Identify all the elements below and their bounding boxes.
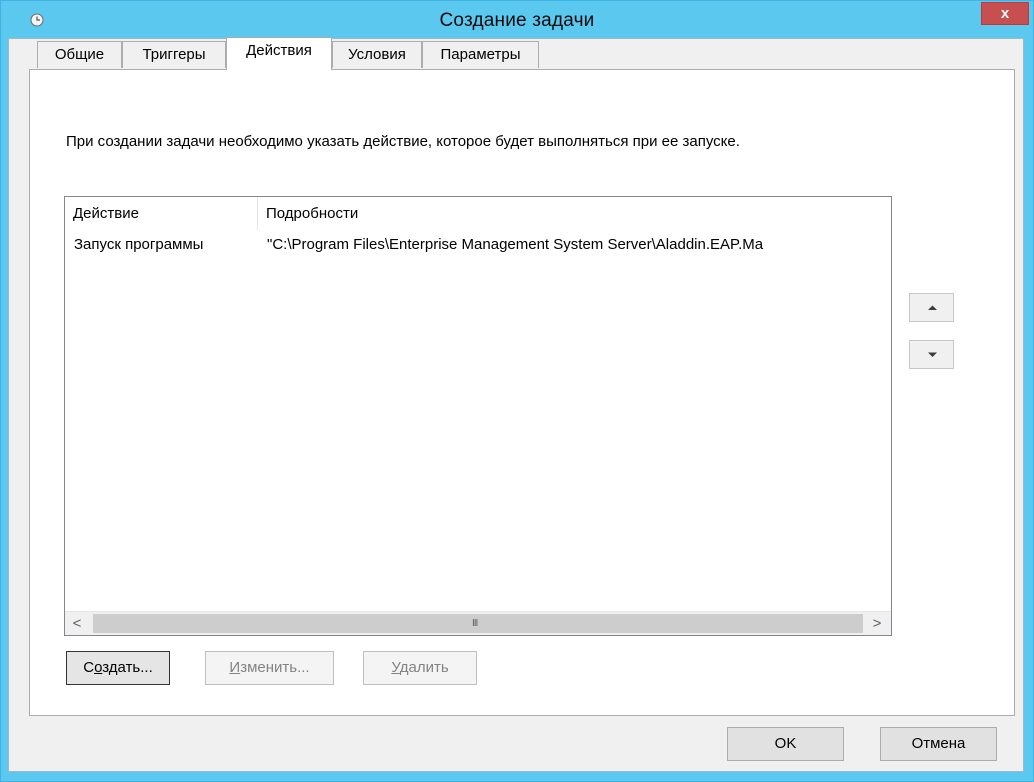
cancel-button[interactable]: Отмена [880, 727, 997, 761]
column-header-action[interactable]: Действие [65, 197, 257, 230]
actions-list[interactable]: Действие Подробности Запуск программы "C… [64, 196, 892, 636]
scrollbar-thumb[interactable]: III [93, 614, 863, 633]
title-bar[interactable]: Создание задачи x [1, 1, 1033, 39]
create-button[interactable]: Создать... [66, 651, 170, 685]
edit-label-post: зменить... [240, 659, 310, 676]
scrollbar-grip-icon: III [472, 618, 478, 629]
scroll-right-icon[interactable]: > [867, 614, 887, 634]
tab-triggers[interactable]: Триггеры [122, 41, 226, 68]
tab-conditions[interactable]: Условия [332, 41, 422, 68]
delete-label-post: далить [399, 659, 449, 676]
tab-label: Условия [348, 46, 406, 63]
edit-button[interactable]: Изменить... [205, 651, 334, 685]
move-up-button[interactable] [909, 293, 954, 322]
scroll-left-icon[interactable]: < [67, 614, 87, 634]
column-header-details[interactable]: Подробности [258, 197, 878, 230]
create-label-post: здать... [102, 659, 153, 676]
create-label-pre: С [83, 659, 95, 676]
triangle-down-icon [928, 352, 937, 357]
triangle-up-icon [928, 305, 937, 310]
horizontal-scrollbar[interactable]: < III > [65, 611, 891, 635]
row-action-cell[interactable]: Запуск программы [74, 232, 256, 257]
delete-button[interactable]: Удалить [363, 651, 477, 685]
delete-label-accel: У [391, 659, 400, 676]
move-down-button[interactable] [909, 340, 954, 369]
tab-label: Триггеры [142, 46, 206, 63]
close-button[interactable]: x [981, 2, 1029, 25]
tab-label: Действия [246, 42, 312, 59]
edit-label-accel: И [229, 659, 241, 676]
tab-settings[interactable]: Параметры [422, 41, 539, 68]
tab-label: Параметры [440, 46, 521, 63]
ok-button[interactable]: OK [727, 727, 844, 761]
actions-description: При создании задачи необходимо указать д… [66, 133, 740, 150]
window-title: Создание задачи [439, 10, 595, 31]
tab-label: Общие [54, 46, 105, 63]
tab-general[interactable]: Общие [37, 41, 122, 68]
tab-actions[interactable]: Действия [226, 37, 332, 70]
row-details-cell[interactable]: "C:\Program Files\Enterprise Management … [267, 232, 889, 257]
